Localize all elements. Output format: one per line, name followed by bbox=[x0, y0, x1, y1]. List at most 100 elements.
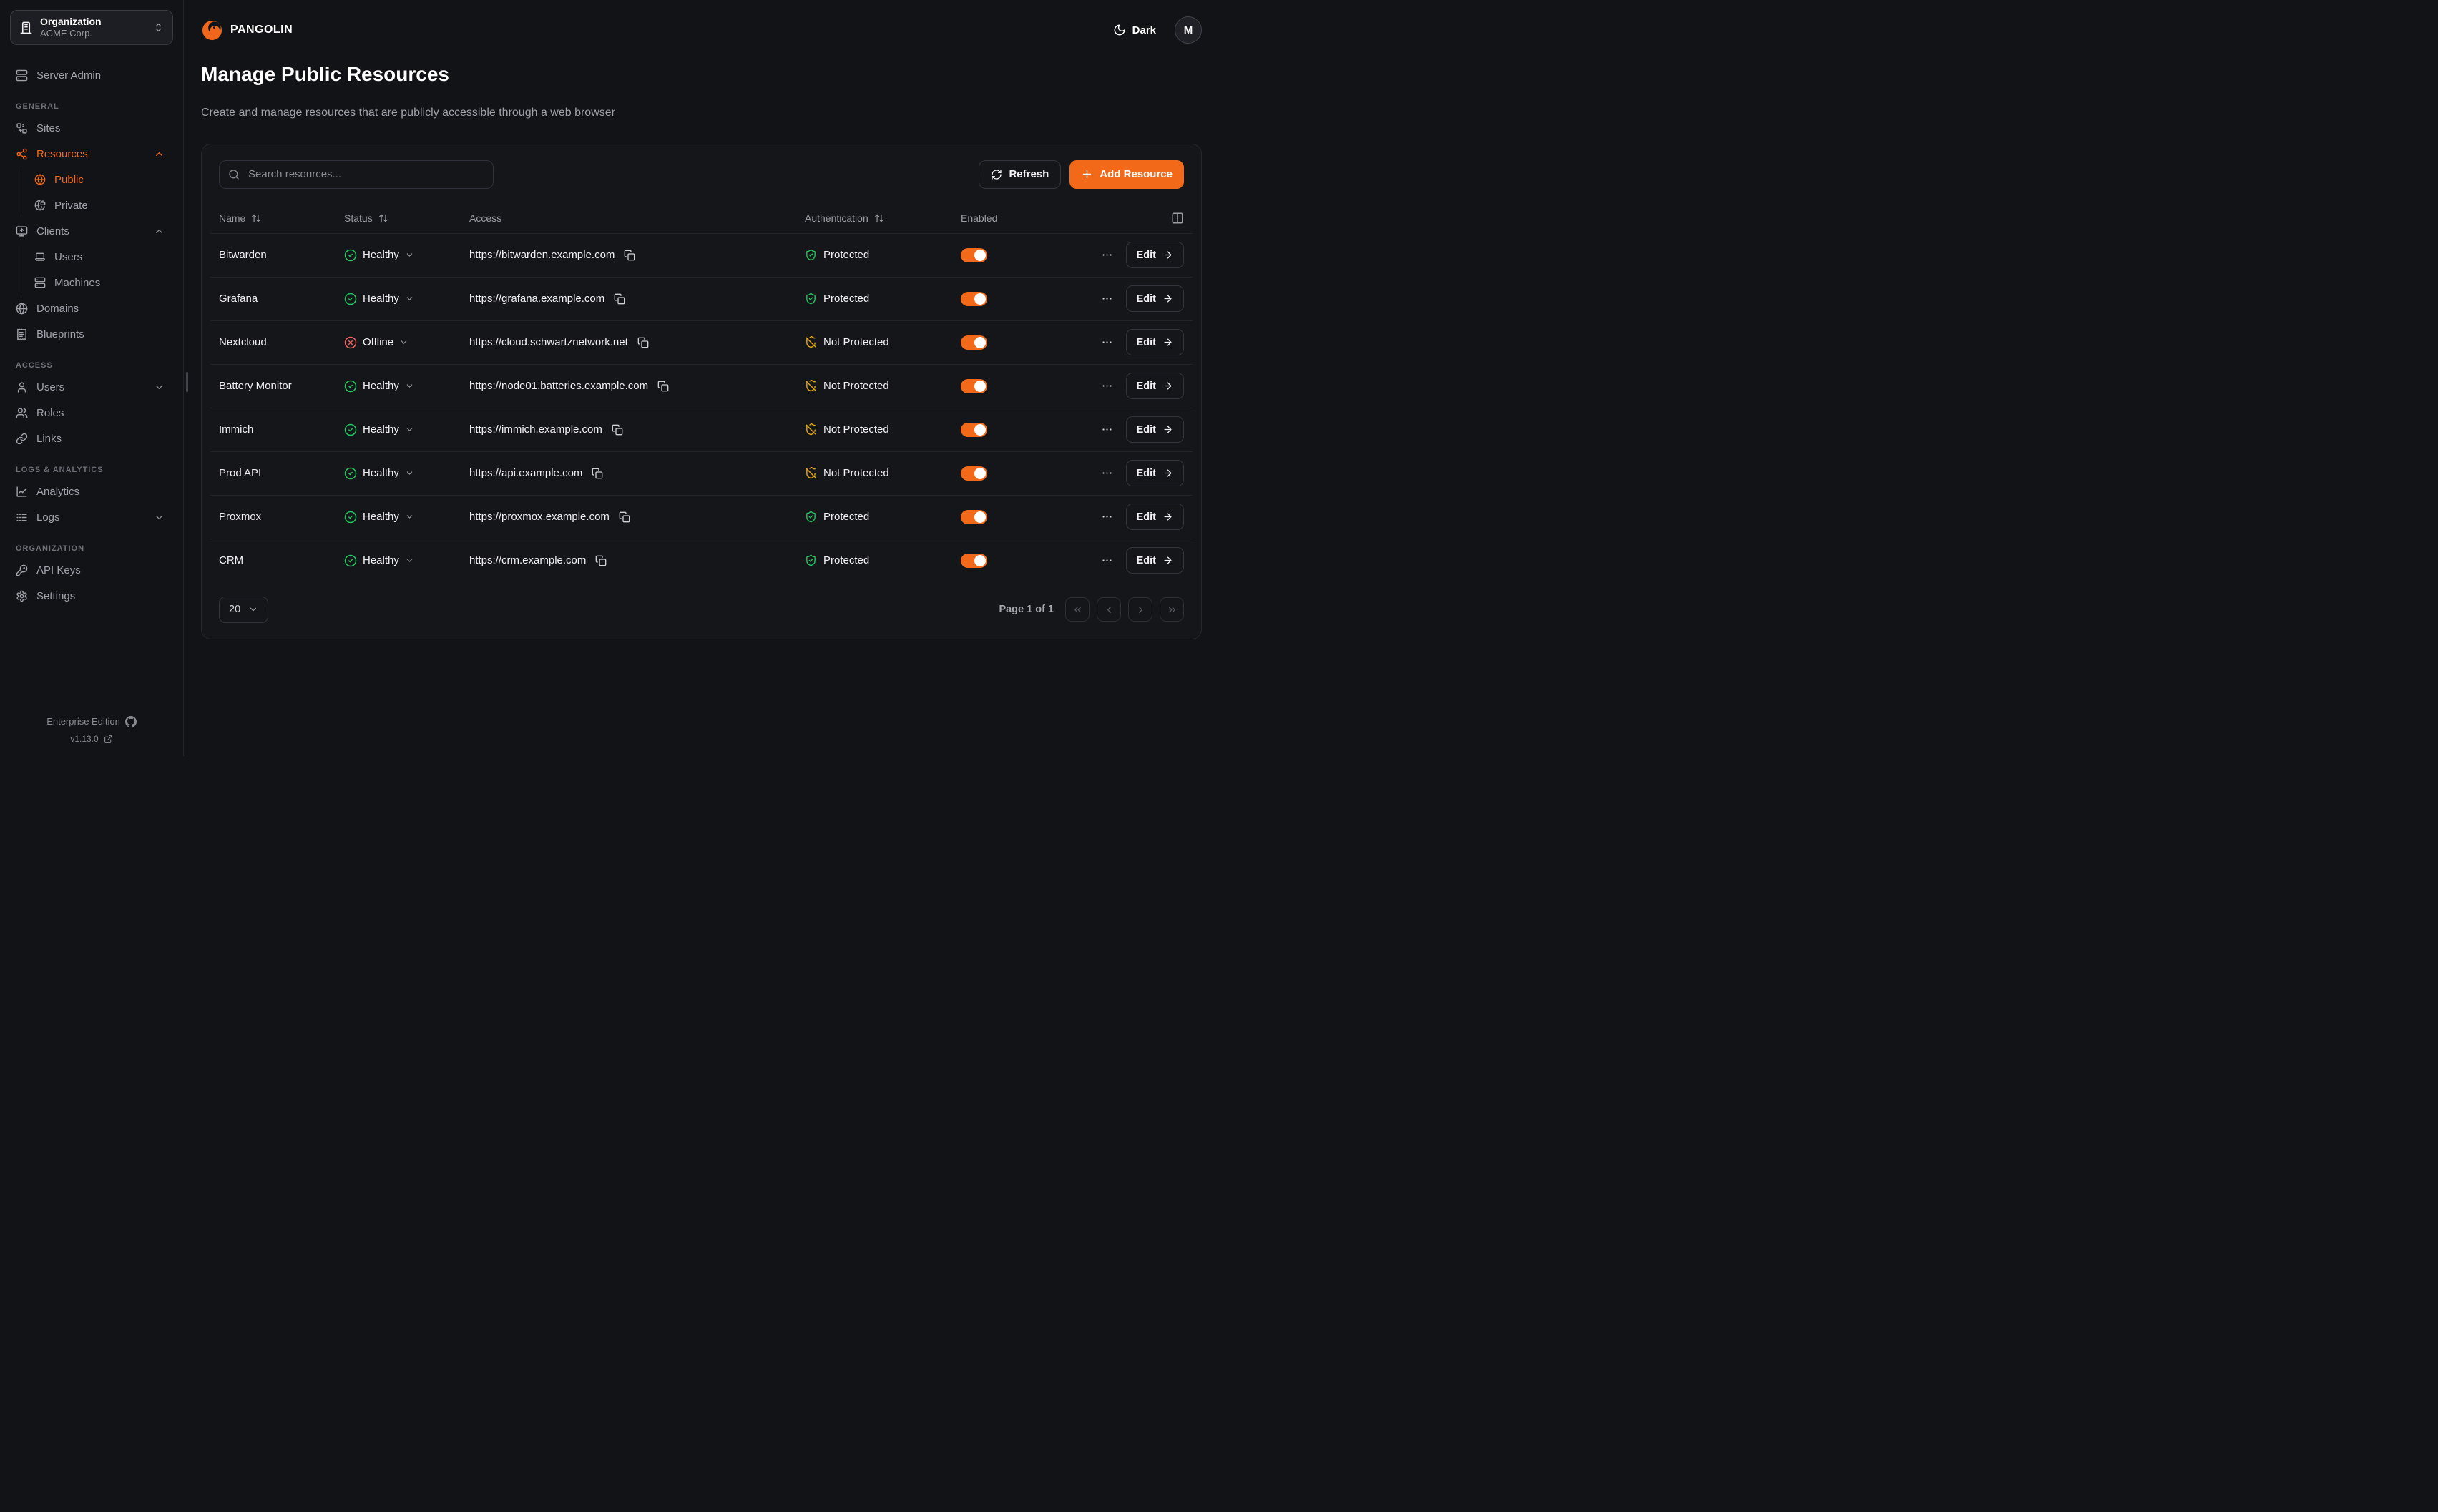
scrollbar-thumb[interactable] bbox=[186, 372, 188, 392]
add-resource-button[interactable]: Add Resource bbox=[1069, 160, 1184, 189]
page-size-select[interactable]: 20 bbox=[219, 597, 268, 623]
avatar[interactable]: M bbox=[1175, 16, 1202, 44]
row-menu-button[interactable] bbox=[1098, 246, 1116, 264]
access-cell: https://proxmox.example.com bbox=[461, 510, 796, 524]
enabled-toggle[interactable] bbox=[961, 554, 987, 568]
status-dropdown[interactable]: Healthy bbox=[344, 380, 414, 393]
enabled-toggle[interactable] bbox=[961, 466, 987, 481]
copy-url-button[interactable] bbox=[622, 248, 637, 262]
row-menu-button[interactable] bbox=[1098, 508, 1116, 526]
refresh-button[interactable]: Refresh bbox=[979, 160, 1061, 189]
chevrons-left-icon bbox=[1072, 604, 1083, 615]
row-menu-button[interactable] bbox=[1098, 551, 1116, 569]
table-row: Proxmox Healthy https://proxmox.example.… bbox=[210, 495, 1193, 539]
enabled-toggle[interactable] bbox=[961, 423, 987, 437]
copy-url-button[interactable] bbox=[594, 554, 608, 568]
first-page-button[interactable] bbox=[1065, 597, 1090, 622]
column-header-access: Access bbox=[461, 212, 796, 224]
key-icon bbox=[16, 564, 28, 576]
copy-url-button[interactable] bbox=[656, 379, 670, 393]
sidebar-item-logs[interactable]: Logs bbox=[10, 504, 173, 530]
table-footer: 20 Page 1 of 1 bbox=[202, 585, 1201, 639]
external-link-icon[interactable] bbox=[104, 735, 113, 744]
sidebar-item-label: Clients bbox=[36, 225, 69, 237]
actions-cell: Edit bbox=[1038, 373, 1193, 399]
actions-cell: Edit bbox=[1038, 416, 1193, 443]
row-menu-button[interactable] bbox=[1098, 377, 1116, 395]
status-dropdown[interactable]: Healthy bbox=[344, 423, 414, 436]
sidebar-item-clients[interactable]: Clients bbox=[10, 218, 173, 244]
resource-name: Battery Monitor bbox=[219, 380, 292, 392]
enabled-toggle[interactable] bbox=[961, 248, 987, 262]
status-dropdown[interactable]: Healthy bbox=[344, 467, 414, 480]
edit-button[interactable]: Edit bbox=[1126, 504, 1184, 530]
sidebar-item-private[interactable]: Private bbox=[10, 192, 173, 218]
copy-url-button[interactable] bbox=[590, 466, 604, 481]
row-menu-button[interactable] bbox=[1098, 333, 1116, 351]
status-dropdown[interactable]: Offline bbox=[344, 336, 408, 349]
search-input[interactable] bbox=[247, 167, 484, 181]
sidebar-item-api-keys[interactable]: API Keys bbox=[10, 557, 173, 583]
status-label: Healthy bbox=[363, 511, 399, 523]
enabled-toggle[interactable] bbox=[961, 510, 987, 524]
globe-lock-icon bbox=[34, 200, 46, 211]
name-cell: Grafana bbox=[210, 293, 336, 305]
sidebar-item-resources[interactable]: Resources bbox=[10, 141, 173, 167]
row-menu-button[interactable] bbox=[1098, 290, 1116, 308]
sidebar-item-sites[interactable]: Sites bbox=[10, 115, 173, 141]
column-header-name[interactable]: Name bbox=[210, 212, 336, 224]
status-dropdown[interactable]: Healthy bbox=[344, 293, 414, 305]
authentication-cell: Protected bbox=[796, 293, 952, 305]
copy-icon bbox=[595, 555, 607, 566]
sidebar-item-machines[interactable]: Machines bbox=[10, 270, 173, 295]
row-menu-button[interactable] bbox=[1098, 464, 1116, 482]
next-page-button[interactable] bbox=[1128, 597, 1152, 622]
enabled-toggle[interactable] bbox=[961, 335, 987, 350]
sidebar-item-analytics[interactable]: Analytics bbox=[10, 478, 173, 504]
auth-label: Protected bbox=[823, 554, 869, 566]
sidebar-item-domains[interactable]: Domains bbox=[10, 295, 173, 321]
github-icon[interactable] bbox=[125, 716, 137, 727]
sidebar-item-settings[interactable]: Settings bbox=[10, 583, 173, 609]
enabled-toggle[interactable] bbox=[961, 379, 987, 393]
logs-icon bbox=[16, 511, 28, 524]
status-dropdown[interactable]: Healthy bbox=[344, 249, 414, 262]
auth-label: Not Protected bbox=[823, 336, 889, 348]
sidebar-item-links[interactable]: Links bbox=[10, 426, 173, 451]
last-page-button[interactable] bbox=[1160, 597, 1184, 622]
previous-page-button[interactable] bbox=[1097, 597, 1121, 622]
edit-button[interactable]: Edit bbox=[1126, 460, 1184, 486]
copy-url-button[interactable] bbox=[610, 423, 625, 437]
org-switcher[interactable]: Organization ACME Corp. bbox=[10, 10, 173, 45]
toggle-knob bbox=[974, 511, 986, 523]
shield-check-icon bbox=[805, 249, 817, 261]
enabled-cell bbox=[952, 554, 1038, 568]
sidebar-item-server-admin[interactable]: Server Admin bbox=[10, 62, 173, 88]
sidebar-item-client-users[interactable]: Users bbox=[10, 244, 173, 270]
copy-url-button[interactable] bbox=[612, 292, 627, 306]
edit-button[interactable]: Edit bbox=[1126, 285, 1184, 312]
copy-url-button[interactable] bbox=[617, 510, 632, 524]
column-header-authentication[interactable]: Authentication bbox=[796, 212, 952, 224]
theme-toggle-button[interactable]: Dark bbox=[1109, 23, 1160, 37]
column-visibility-button[interactable] bbox=[1038, 212, 1193, 225]
status-dropdown[interactable]: Healthy bbox=[344, 554, 414, 567]
edit-button[interactable]: Edit bbox=[1126, 242, 1184, 268]
sidebar-item-blueprints[interactable]: Blueprints bbox=[10, 321, 173, 347]
edit-button[interactable]: Edit bbox=[1126, 329, 1184, 355]
name-cell: Bitwarden bbox=[210, 249, 336, 261]
sidebar-item-roles[interactable]: Roles bbox=[10, 400, 173, 426]
sidebar-item-users[interactable]: Users bbox=[10, 374, 173, 400]
row-menu-button[interactable] bbox=[1098, 421, 1116, 438]
moon-icon bbox=[1113, 24, 1126, 36]
copy-url-button[interactable] bbox=[636, 335, 650, 350]
edit-button[interactable]: Edit bbox=[1126, 416, 1184, 443]
auth-label: Not Protected bbox=[823, 380, 889, 392]
edit-button[interactable]: Edit bbox=[1126, 373, 1184, 399]
status-healthy-icon bbox=[344, 467, 357, 480]
edit-button[interactable]: Edit bbox=[1126, 547, 1184, 574]
column-header-status[interactable]: Status bbox=[336, 212, 461, 224]
status-dropdown[interactable]: Healthy bbox=[344, 511, 414, 524]
enabled-toggle[interactable] bbox=[961, 292, 987, 306]
sidebar-item-public[interactable]: Public bbox=[10, 167, 173, 192]
